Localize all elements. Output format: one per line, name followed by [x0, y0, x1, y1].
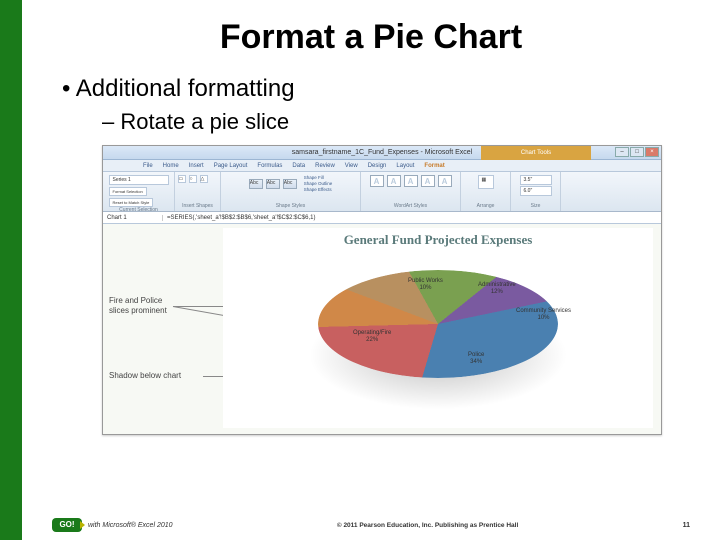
- group-label-insert: Insert Shapes: [182, 203, 213, 209]
- reset-style-button[interactable]: Reset to Match Style: [109, 198, 154, 207]
- shape-style-swatch[interactable]: Abc: [266, 179, 280, 189]
- tab-review[interactable]: Review: [315, 163, 335, 169]
- slide-title: Format a Pie Chart: [52, 18, 690, 57]
- ribbon-group-shape-styles: Abc Abc Abc Shape Fill Shape Outline Sha…: [221, 172, 361, 211]
- page-number: 11: [683, 522, 690, 529]
- group-label-arrange: Arrange: [477, 203, 495, 209]
- footer-copyright: © 2011 Pearson Education, Inc. Publishin…: [173, 522, 683, 529]
- window-controls: – □ ×: [615, 147, 659, 157]
- tab-home[interactable]: Home: [163, 163, 179, 169]
- bullet-level1: Additional formatting: [62, 75, 690, 103]
- chart-title: General Fund Projected Expenses: [223, 228, 653, 248]
- wordart-swatch[interactable]: A: [404, 175, 418, 187]
- ribbon-group-insert-shapes: ▭ ○ △ Insert Shapes: [175, 172, 221, 211]
- slice-label-admin: Administrative12%: [478, 282, 516, 295]
- shape-icon[interactable]: ○: [189, 175, 197, 183]
- tab-layout[interactable]: Layout: [396, 163, 414, 169]
- shape-icon[interactable]: △: [200, 175, 208, 183]
- excel-screenshot: samsara_firstname_1C_Fund_Expenses - Mic…: [102, 145, 662, 435]
- tab-data[interactable]: Data: [292, 163, 305, 169]
- slice-label-community: Community Services10%: [516, 308, 571, 321]
- tab-view[interactable]: View: [345, 163, 358, 169]
- wordart-swatch[interactable]: A: [370, 175, 384, 187]
- window-title-text: samsara_firstname_1C_Fund_Expenses - Mic…: [292, 149, 473, 156]
- tab-formulas[interactable]: Formulas: [257, 163, 282, 169]
- formula-content[interactable]: =SERIES(,'sheet_a'!$B$2:$B$6,'sheet_a'!$…: [163, 215, 316, 221]
- selection-dropdown[interactable]: Series 1: [109, 175, 169, 185]
- arrange-button[interactable]: ▦: [478, 175, 494, 189]
- callout-shadow: Shadow below chart: [109, 371, 209, 381]
- tab-pagelayout[interactable]: Page Layout: [214, 163, 248, 169]
- slice-label-police: Police34%: [468, 352, 484, 365]
- slice-label-publicworks: Public Works10%: [408, 278, 443, 291]
- ribbon-group-size: 3.5" 6.0" Size: [511, 172, 561, 211]
- footer-left: with Microsoft® Excel 2010: [88, 522, 173, 529]
- shape-outline-button[interactable]: Shape Outline: [304, 181, 333, 186]
- ribbon-group-arrange: ▦ Arrange: [461, 172, 511, 211]
- format-selection-button[interactable]: Format Selection: [109, 187, 147, 196]
- chart-tools-tab: Chart Tools: [481, 146, 591, 160]
- group-label-shape-styles: Shape Styles: [276, 203, 305, 209]
- pie-chart: Public Works10% Administrative12% Commun…: [298, 260, 578, 420]
- ribbon-group-selection: Series 1 Format Selection Reset to Match…: [103, 172, 175, 211]
- maximize-button[interactable]: □: [630, 147, 644, 157]
- tab-design[interactable]: Design: [368, 163, 387, 169]
- group-label-size: Size: [531, 203, 541, 209]
- shape-style-swatch[interactable]: Abc: [283, 179, 297, 189]
- go-logo: GO!: [52, 518, 82, 532]
- window-titlebar: samsara_firstname_1C_Fund_Expenses - Mic…: [103, 146, 661, 160]
- slide-body: Format a Pie Chart Additional formatting…: [22, 0, 720, 540]
- shape-style-swatch[interactable]: Abc: [249, 179, 263, 189]
- ribbon-group-wordart: A A A A A WordArt Styles: [361, 172, 461, 211]
- slide-footer: GO! with Microsoft® Excel 2010 © 2011 Pe…: [0, 518, 720, 532]
- tab-file[interactable]: File: [143, 163, 153, 169]
- tab-format[interactable]: Format: [424, 163, 444, 169]
- chart-area[interactable]: General Fund Projected Expenses Public W…: [223, 228, 653, 428]
- group-label-selection: Current Selection: [119, 207, 158, 213]
- tab-insert[interactable]: Insert: [189, 163, 204, 169]
- bullet-level2: Rotate a pie slice: [102, 109, 690, 135]
- wordart-swatch[interactable]: A: [387, 175, 401, 187]
- slice-label-operating: Operating/Fire22%: [353, 330, 391, 343]
- formula-bar: Chart 1 =SERIES(,'sheet_a'!$B$2:$B$6,'sh…: [103, 212, 661, 224]
- width-input[interactable]: 6.0": [520, 186, 552, 196]
- shape-fill-button[interactable]: Shape Fill: [304, 175, 333, 180]
- shape-effects-button[interactable]: Shape Effects: [304, 187, 333, 192]
- wordart-swatch[interactable]: A: [421, 175, 435, 187]
- name-box[interactable]: Chart 1: [103, 215, 163, 221]
- wordart-swatch[interactable]: A: [438, 175, 452, 187]
- ribbon: Series 1 Format Selection Reset to Match…: [103, 172, 661, 212]
- slide-accent-bar: [0, 0, 22, 540]
- shape-icon[interactable]: ▭: [178, 175, 186, 183]
- minimize-button[interactable]: –: [615, 147, 629, 157]
- close-button[interactable]: ×: [645, 147, 659, 157]
- height-input[interactable]: 3.5": [520, 175, 552, 185]
- group-label-wordart: WordArt Styles: [394, 203, 427, 209]
- ribbon-tab-strip: File Home Insert Page Layout Formulas Da…: [103, 160, 661, 172]
